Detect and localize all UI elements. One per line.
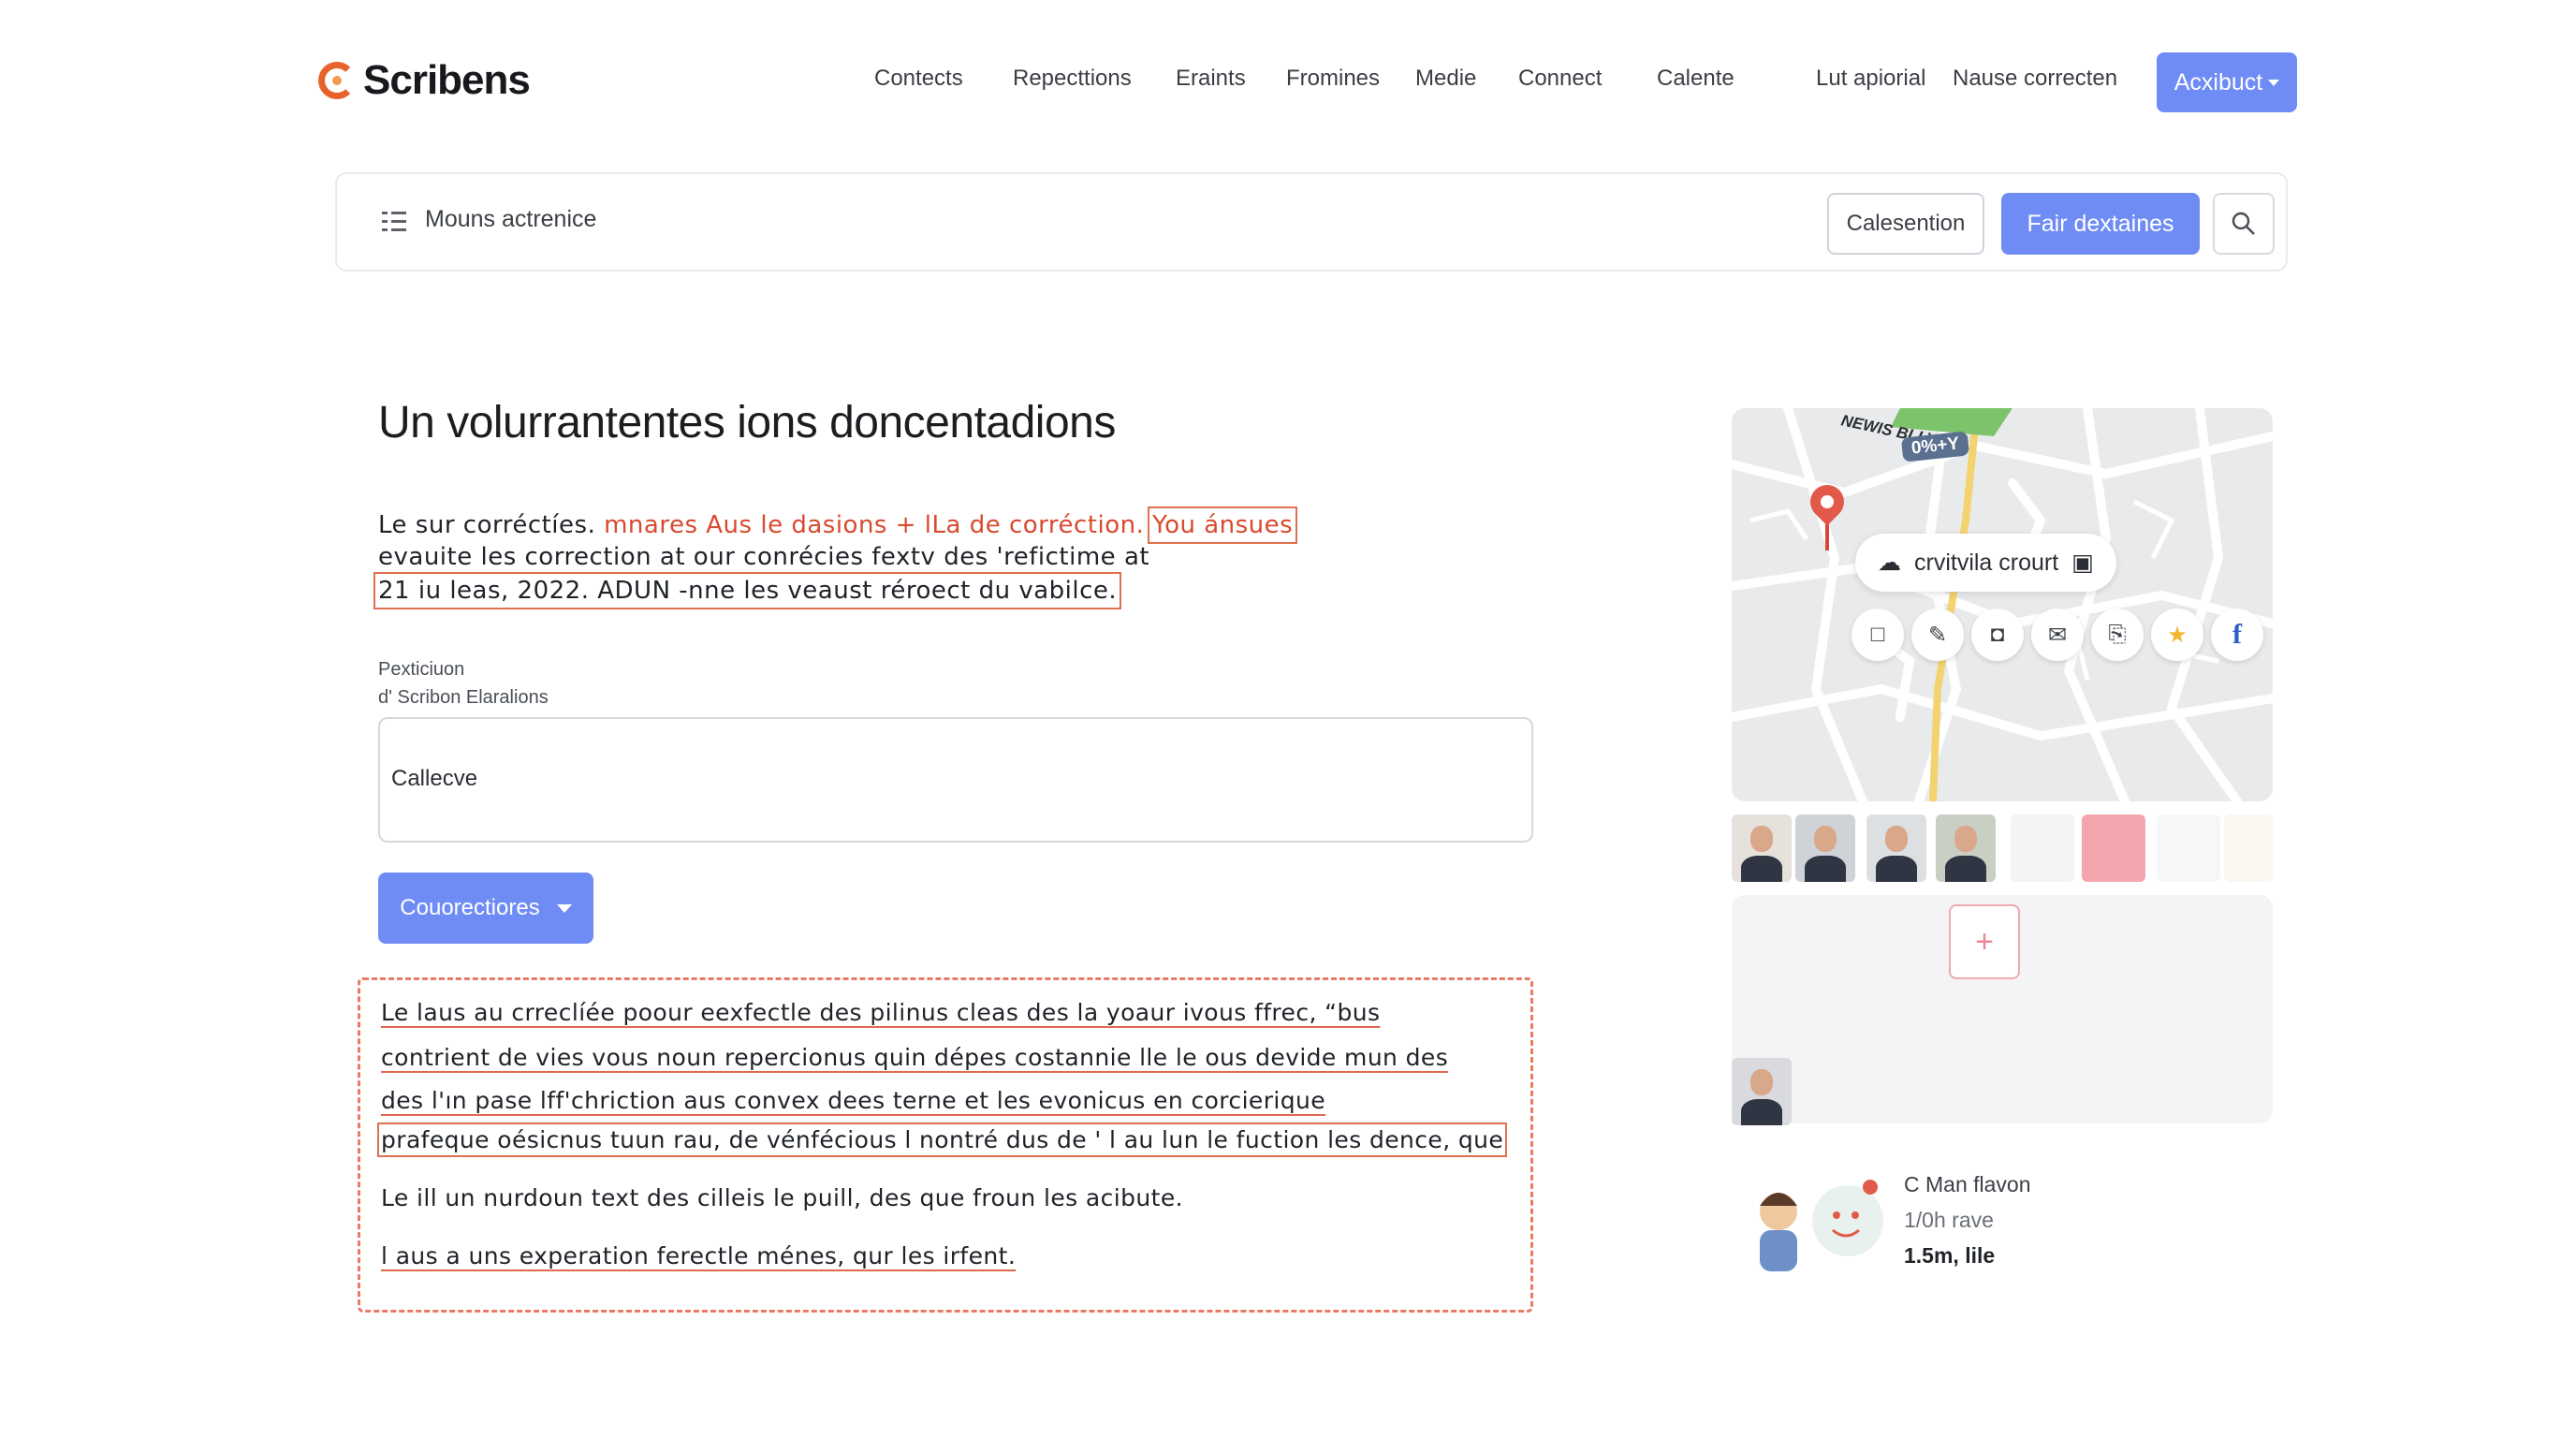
cloud-icon: ☁ xyxy=(1878,550,1901,576)
color-thumbnail[interactable] xyxy=(2082,814,2145,882)
toolbar-label: Mouns actrenice xyxy=(425,206,597,232)
nav-item-contects[interactable]: Contects xyxy=(874,66,963,92)
mail-icon[interactable]: ✉ xyxy=(2031,609,2084,661)
facebook-icon[interactable]: f xyxy=(2211,609,2263,661)
correction-line[interactable]: l aus a uns experation ferectle ménes, q… xyxy=(381,1242,1016,1269)
text-input-value: Callecve xyxy=(391,766,478,791)
brand-logo[interactable]: Scribens xyxy=(318,54,531,107)
brush-icon[interactable]: ✎ xyxy=(1911,609,1964,661)
chevron-down-icon xyxy=(556,903,572,913)
page-title: Un volurrantentes ions doncentadions xyxy=(378,398,1116,448)
nav-item-connect[interactable]: Connect xyxy=(1518,66,1602,92)
correction-line-flagged[interactable]: prafeque oésicnus tuun rau, de vénféciou… xyxy=(376,1123,1508,1157)
search-user-icon[interactable] xyxy=(2213,193,2275,255)
avatar xyxy=(1936,814,1996,882)
user-avatar[interactable] xyxy=(1866,814,1926,882)
account-button-label: Acxibuct xyxy=(2174,68,2263,95)
upload-panel: + xyxy=(1732,895,2273,1125)
location-label: crvitvila crourt xyxy=(1914,549,2059,576)
link-nause-correcten[interactable]: Nause correcten xyxy=(1953,66,2117,92)
profile-name: C Man flavon xyxy=(1904,1172,2031,1196)
user-avatar[interactable] xyxy=(1732,814,1792,882)
nav-item-repecttions[interactable]: Repecttions xyxy=(1013,66,1132,92)
star-icon[interactable]: ★ xyxy=(2151,609,2203,661)
nav-item-calente[interactable]: Calente xyxy=(1657,66,1734,92)
paragraph-line-3-flagged[interactable]: 21 iu leas, 2022. ADUN -nne les veaust r… xyxy=(373,572,1122,609)
account-dropdown-button[interactable]: Acxibuct xyxy=(2157,52,2297,112)
user-avatar[interactable] xyxy=(1795,814,1855,882)
brand-name: Scribens xyxy=(363,57,531,103)
paragraph-line-1: Le sur corréctíes. mnares Aus le dasions… xyxy=(378,506,1298,544)
avatar xyxy=(1866,814,1926,882)
paragraph-line-2: evauite les correction at our conrécies … xyxy=(378,543,1150,571)
para-error-highlight[interactable]: mnares Aus le dasions + lLa de corréctio… xyxy=(604,511,1144,539)
list-icon[interactable] xyxy=(382,210,406,234)
map-card[interactable]: NEWIS BLLY 0%+Y ☁ crvitvila crourt ▣ □ ✎… xyxy=(1732,408,2273,801)
profile-rate: 1/0h rave xyxy=(1904,1208,1994,1232)
empty-thumbnail[interactable] xyxy=(2157,814,2220,882)
corrections-panel: Le laus au crreclíée poour eexfectle des… xyxy=(358,977,1533,1313)
correction-line[interactable]: Le laus au crreclíée poour eexfectle des… xyxy=(381,999,1380,1026)
user-avatar[interactable] xyxy=(1936,814,1996,882)
empty-thumbnail[interactable] xyxy=(2011,814,2074,882)
map-action-bar: □ ✎ ◘ ✉ ⎘ ★ f xyxy=(1852,609,2263,661)
link-lut-apiorial[interactable]: Lut apiorial xyxy=(1816,66,1925,92)
character-illustration-icon xyxy=(1760,1180,1883,1271)
document-toolbar: Mouns actrenice Calesention Fair dextain… xyxy=(335,172,2288,271)
id-card-icon: ▣ xyxy=(2071,550,2094,576)
correction-line[interactable]: contrient de vies vous noun repercionus … xyxy=(381,1044,1448,1071)
chevron-down-icon xyxy=(2268,79,2280,86)
add-image-button[interactable]: + xyxy=(1949,904,2020,979)
nav-item-medie[interactable]: Medie xyxy=(1415,66,1476,92)
avatar xyxy=(1732,814,1792,882)
location-tooltip[interactable]: ☁ crvitvila crourt ▣ xyxy=(1855,534,2116,592)
text-input-area[interactable]: Callecve xyxy=(378,717,1533,843)
camera-icon[interactable]: ◘ xyxy=(1971,609,2024,661)
avatar xyxy=(1732,1058,1792,1125)
primary-action-button[interactable]: Fair dextaines xyxy=(2001,193,2200,255)
correction-line[interactable]: Le ill un nurdoun text des cilleis le pu… xyxy=(381,1184,1183,1211)
avatar xyxy=(1795,814,1855,882)
corrections-dropdown-button[interactable]: Couorectiores xyxy=(378,873,593,944)
calesention-button[interactable]: Calesention xyxy=(1827,193,1984,255)
square-icon[interactable]: □ xyxy=(1852,609,1904,661)
field-label: Pexticiuon xyxy=(378,659,465,680)
map-streets xyxy=(1732,408,2273,801)
profile-stat: 1.5m, lile xyxy=(1904,1243,1996,1268)
para-text: Le sur corréctíes. xyxy=(378,511,596,539)
corrections-dropdown-label: Couorectiores xyxy=(400,895,540,920)
para-error-boxed[interactable]: You ánsues xyxy=(1148,506,1298,544)
correction-line[interactable]: des l'ın pase lff'chriction aus convex d… xyxy=(381,1087,1325,1114)
empty-thumbnail[interactable] xyxy=(2224,814,2273,882)
scribens-logo-icon xyxy=(318,62,356,99)
field-sublabel: d' Scribon Elaralions xyxy=(378,687,549,708)
nav-item-eraints[interactable]: Eraints xyxy=(1176,66,1246,92)
user-avatar[interactable] xyxy=(1732,1058,1792,1125)
share-icon[interactable]: ⎘ xyxy=(2091,609,2144,661)
nav-item-fromines[interactable]: Fromines xyxy=(1286,66,1380,92)
